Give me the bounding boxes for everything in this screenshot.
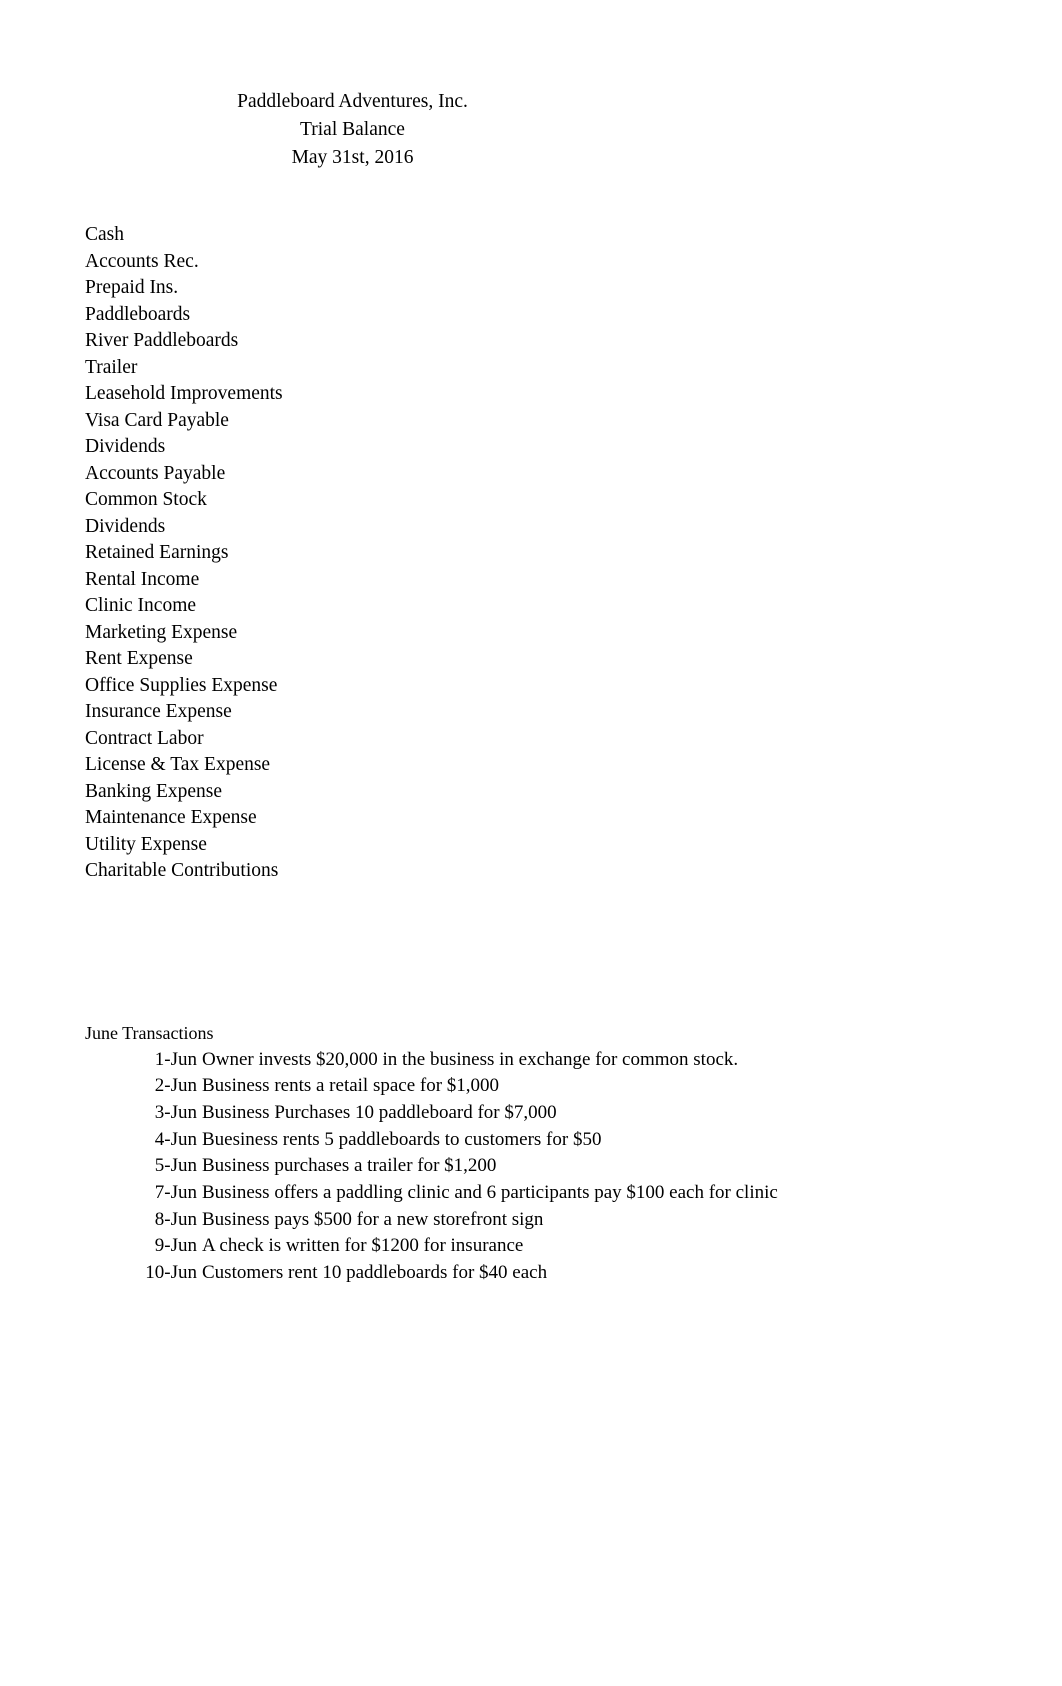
company-name: Paddleboard Adventures, Inc. <box>237 91 468 112</box>
account-row: Accounts Payable <box>85 462 226 484</box>
transaction-description: Business purchases a trailer for $1,200 <box>202 1155 497 1177</box>
transaction-date: 7-Jun <box>154 1182 197 1204</box>
account-row: License & Tax Expense <box>85 754 271 775</box>
transaction-row: 7-Jun Business offers a paddling clinic … <box>85 1180 1025 1207</box>
transactions-section-title: June Transactions <box>85 1023 214 1043</box>
transaction-description: Business Purchases 10 paddleboard for $7… <box>202 1101 557 1123</box>
transaction-date: 4-Jun <box>154 1128 197 1150</box>
account-row: Dividends <box>85 515 166 537</box>
transaction-row: 9-Jun A check is written for $1200 for i… <box>85 1233 1025 1260</box>
account-row: Office Supplies Expense <box>85 674 278 696</box>
transaction-description: Business offers a paddling clinic and 6 … <box>202 1182 778 1204</box>
report-date: May 31st, 2016 <box>291 147 414 168</box>
account-row: Marketing Expense <box>85 621 238 643</box>
account-row: Charitable Contributions <box>85 860 279 881</box>
transaction-row: 2-Jun Business rents a retail space for … <box>85 1073 1025 1100</box>
account-row: Accounts Rec. <box>85 250 199 272</box>
transaction-description: Buesiness rents 5 paddleboards to custom… <box>202 1128 602 1150</box>
account-row: Clinic Income <box>85 595 197 616</box>
account-row: Visa Card Payable <box>85 409 229 431</box>
account-row: Leasehold Improvements <box>85 383 283 404</box>
transaction-row: 1-Jun Owner invests $20,000 in the busin… <box>85 1047 1025 1074</box>
document-page: Paddleboard Adventures, Inc. Trial Balan… <box>0 0 1062 1686</box>
account-row: Contract Labor <box>85 727 204 749</box>
account-row: Trailer <box>85 356 138 378</box>
transaction-row: 10-Jun Customers rent 10 paddleboards fo… <box>85 1260 1025 1287</box>
account-row: Paddleboards <box>85 303 191 325</box>
transaction-date: 2-Jun <box>154 1075 197 1097</box>
transaction-date: 8-Jun <box>154 1208 197 1230</box>
report-title: Trial Balance <box>300 119 405 140</box>
account-row: Prepaid Ins. <box>85 277 179 298</box>
transaction-description: A check is written for $1200 for insuran… <box>202 1235 524 1257</box>
account-row: Maintenance Expense <box>85 807 257 828</box>
transaction-date: 1-Jun <box>154 1048 197 1070</box>
transaction-row: 4-Jun Buesiness rents 5 paddleboards to … <box>85 1127 1025 1154</box>
account-row: River Paddleboards <box>85 330 239 351</box>
account-row: Rental Income <box>85 568 200 590</box>
transaction-row: 5-Jun Business purchases a trailer for $… <box>85 1153 1025 1180</box>
account-row: Cash <box>85 224 124 245</box>
transaction-row: 3-Jun Business Purchases 10 paddleboard … <box>85 1100 1025 1127</box>
account-row: Insurance Expense <box>85 701 232 722</box>
transaction-date: 9-Jun <box>154 1235 197 1257</box>
transaction-date: 5-Jun <box>154 1155 197 1177</box>
account-list: Cash Accounts Rec. Prepaid Ins. Paddlebo… <box>85 222 685 885</box>
transaction-description: Customers rent 10 paddleboards for $40 e… <box>202 1262 548 1284</box>
june-transactions-section: June Transactions 1-Jun Owner invests $2… <box>85 1020 1025 1287</box>
transaction-description: Business pays $500 for a new storefront … <box>202 1208 544 1230</box>
transaction-description: Business rents a retail space for $1,000 <box>202 1075 500 1097</box>
transaction-date: 3-Jun <box>154 1101 197 1123</box>
document-header: Paddleboard Adventures, Inc. Trial Balan… <box>85 88 620 172</box>
account-row: Dividends <box>85 436 166 457</box>
account-row: Rent Expense <box>85 648 193 669</box>
account-row: Banking Expense <box>85 780 223 802</box>
account-row: Utility Expense <box>85 833 207 855</box>
account-row: Retained Earnings <box>85 542 229 563</box>
transaction-row: 8-Jun Business pays $500 for a new store… <box>85 1207 1025 1234</box>
transaction-date: 10-Jun <box>145 1262 197 1284</box>
account-row: Common Stock <box>85 489 207 510</box>
transaction-description: Owner invests $20,000 in the business in… <box>202 1048 739 1070</box>
